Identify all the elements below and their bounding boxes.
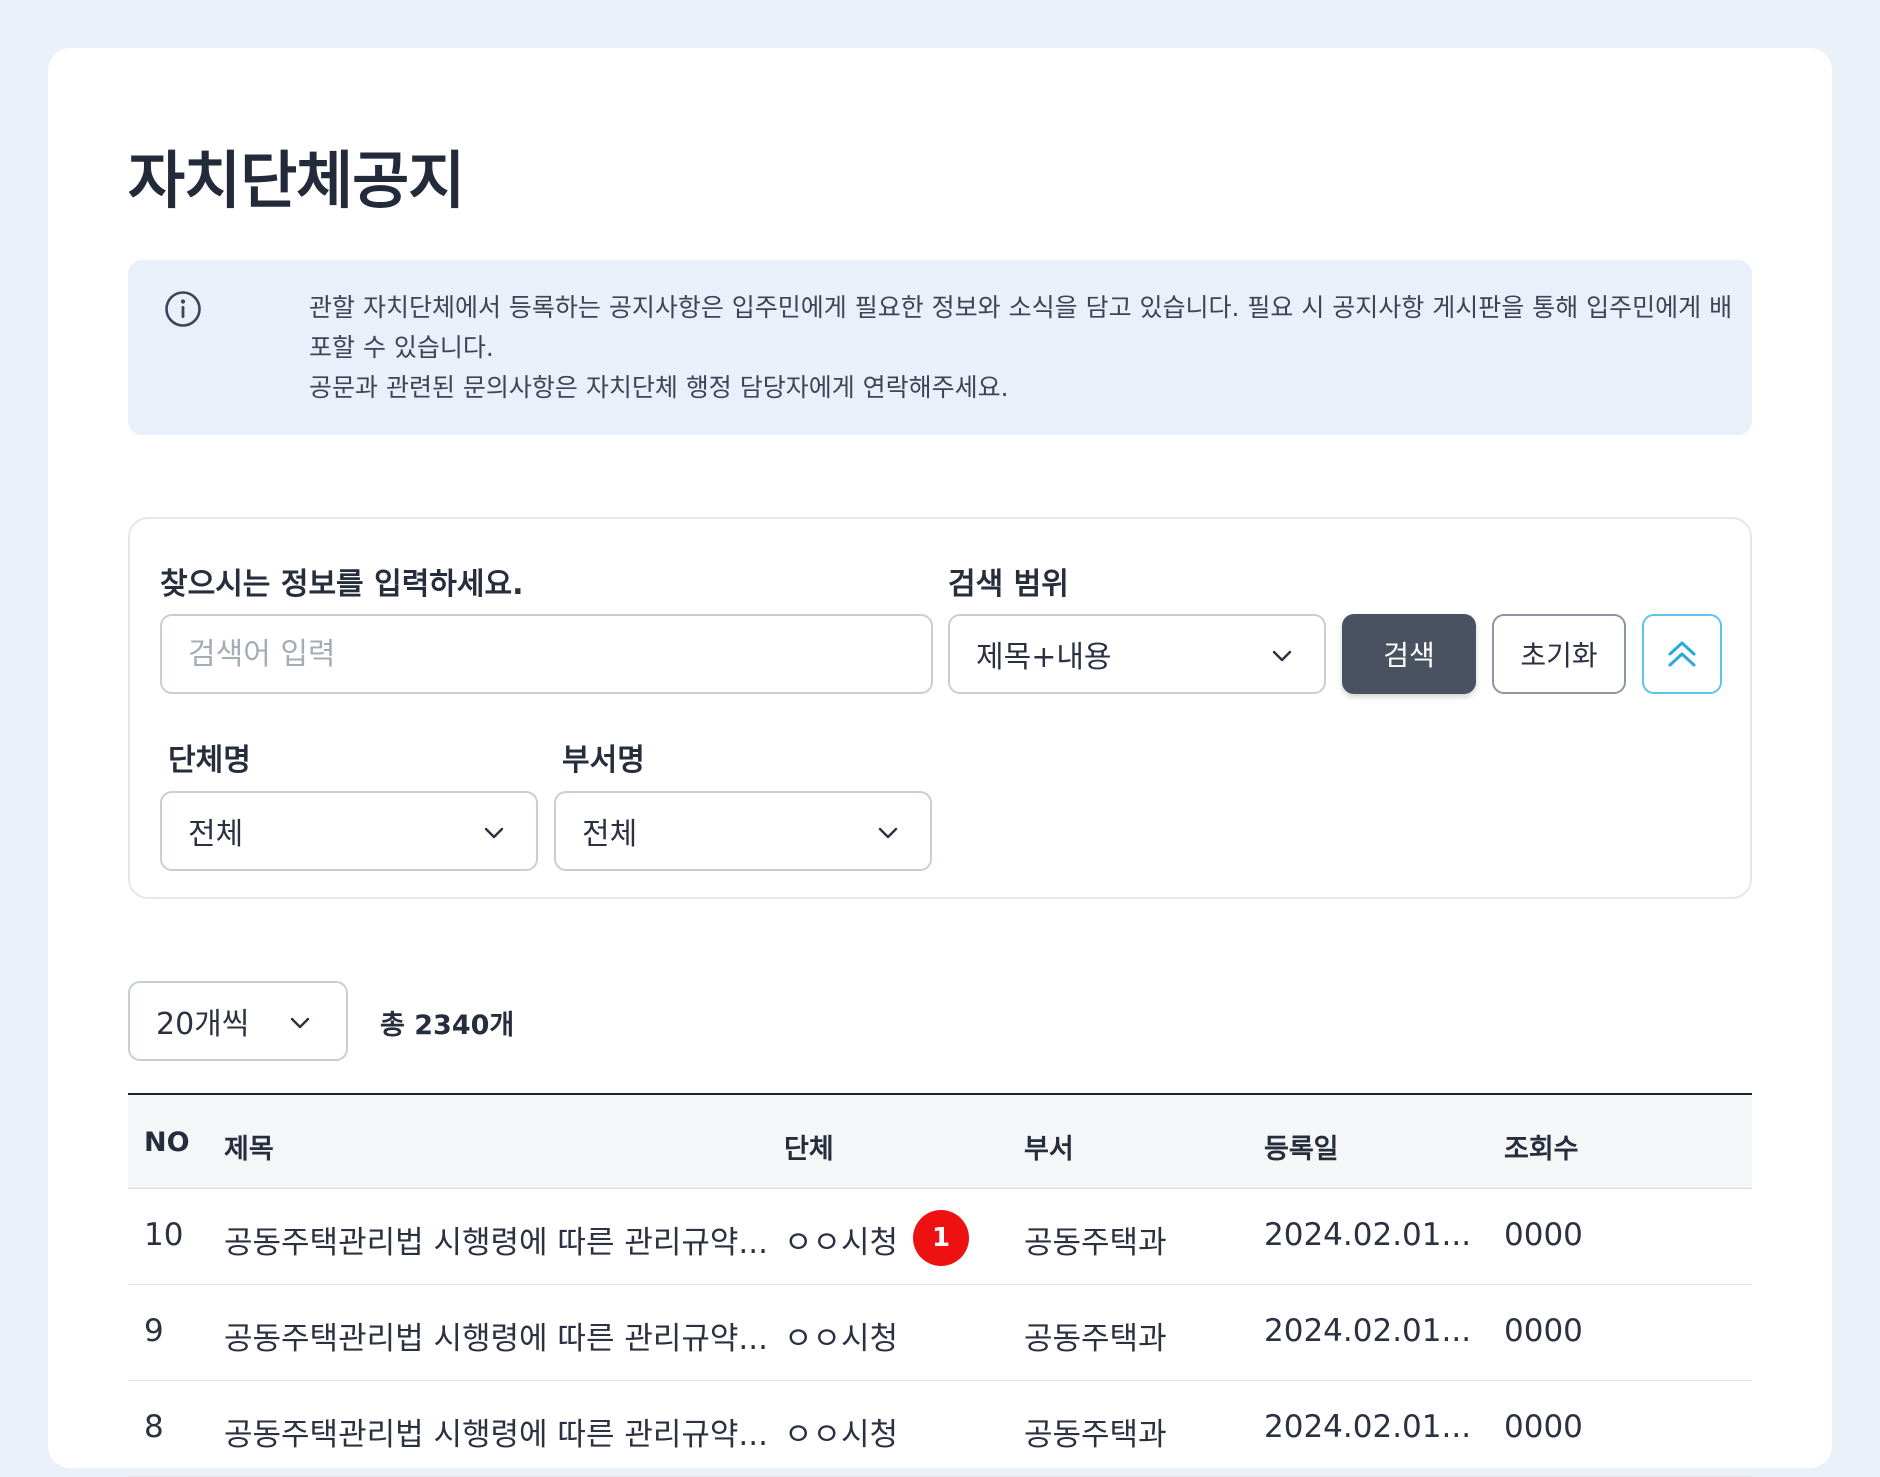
dept-select-value: 전체 [582, 817, 638, 852]
org-select-value: 전체 [188, 817, 244, 852]
collapse-button[interactable] [1642, 614, 1722, 694]
page-size-value: 20개씩 [156, 1007, 250, 1042]
reset-button[interactable]: 초기화 [1492, 614, 1626, 694]
cell-views: 0000 [1504, 1313, 1583, 1349]
cell-views: 0000 [1504, 1217, 1583, 1253]
header-no: NO [144, 1127, 190, 1158]
info-notice: 관할 자치단체에서 등록하는 공지사항은 입주민에게 필요한 정보와 소식을 담… [128, 260, 1752, 435]
cell-no: 9 [144, 1313, 164, 1349]
cell-org: ㅇㅇ시청 [784, 1321, 899, 1357]
chevron-down-icon [878, 827, 898, 839]
header-org: 단체 [784, 1134, 834, 1165]
cell-title-link[interactable]: 공동주택관리법 시행령에 따른 관리규약... [224, 1217, 768, 1262]
keyword-label: 찾으시는 정보를 입력하세요. [160, 567, 524, 602]
chevron-down-icon [290, 1017, 310, 1029]
cell-dept: 공동주택과 [1024, 1321, 1167, 1357]
dept-select[interactable]: 전체 [554, 791, 932, 871]
table-row[interactable]: 8 공동주택관리법 시행령에 따른 관리규약... ㅇㅇ시청 공동주택과 202… [128, 1381, 1752, 1477]
cell-date: 2024.02.01... [1264, 1217, 1472, 1253]
cell-date: 2024.02.01... [1264, 1313, 1472, 1349]
notice-text: 관할 자치단체에서 등록하는 공지사항은 입주민에게 필요한 정보와 소식을 담… [309, 288, 1733, 408]
table-row[interactable]: 9 공동주택관리법 시행령에 따른 관리규약... ㅇㅇ시청 공동주택과 202… [128, 1285, 1752, 1381]
cell-org: ㅇㅇ시청 [784, 1417, 899, 1453]
scope-select-value: 제목+내용 [976, 640, 1112, 675]
notice-line: 포할 수 있습니다. [309, 333, 494, 362]
info-circle-icon [165, 291, 201, 327]
cell-title-link[interactable]: 공동주택관리법 시행령에 따른 관리규약... [224, 1313, 768, 1358]
cell-dept: 공동주택과 [1024, 1417, 1167, 1453]
org-select[interactable]: 전체 [160, 791, 538, 871]
notice-table: NO 제목 단체 부서 등록일 조회수 10 공동주택관리법 시행령에 따른 관… [128, 1093, 1752, 1477]
content-card: 자치단체공지 관할 자치단체에서 등록하는 공지사항은 입주민에게 필요한 정보… [48, 48, 1832, 1477]
org-label: 단체명 [168, 743, 251, 778]
notice-line: 공문과 관련된 문의사항은 자치단체 행정 담당자에게 연락해주세요. [309, 373, 1009, 402]
page-title: 자치단체공지 [128, 144, 465, 217]
header-dept: 부서 [1024, 1134, 1074, 1165]
cell-dept: 공동주택과 [1024, 1225, 1167, 1261]
table-header: NO 제목 단체 부서 등록일 조회수 [128, 1093, 1752, 1189]
scope-label: 검색 범위 [948, 567, 1069, 602]
total-count: 총 2340개 [380, 1010, 515, 1041]
search-button[interactable]: 검색 [1342, 614, 1476, 694]
cell-title-link[interactable]: 공동주택관리법 시행령에 따른 관리규약... [224, 1409, 768, 1454]
table-row[interactable]: 10 공동주택관리법 시행령에 따른 관리규약... ㅇㅇ시청 1 공동주택과 … [128, 1189, 1752, 1285]
chevron-down-icon [1272, 650, 1292, 662]
notice-line: 관할 자치단체에서 등록하는 공지사항은 입주민에게 필요한 정보와 소식을 담… [309, 293, 1733, 322]
header-date: 등록일 [1264, 1134, 1339, 1165]
search-input[interactable] [160, 614, 933, 694]
cell-no: 10 [144, 1217, 184, 1253]
header-views: 조회수 [1504, 1134, 1579, 1165]
chevron-down-icon [484, 827, 504, 839]
cell-org: ㅇㅇ시청 [784, 1225, 899, 1261]
search-panel: 찾으시는 정보를 입력하세요. 검색 범위 제목+내용 검색 초기화 단체명 전… [128, 517, 1752, 899]
page-size-select[interactable]: 20개씩 [128, 981, 348, 1061]
dept-label: 부서명 [562, 743, 645, 778]
scope-select[interactable]: 제목+내용 [948, 614, 1326, 694]
header-title: 제목 [224, 1134, 274, 1165]
chevron-double-up-icon [1668, 641, 1696, 667]
new-count-badge: 1 [913, 1210, 969, 1266]
